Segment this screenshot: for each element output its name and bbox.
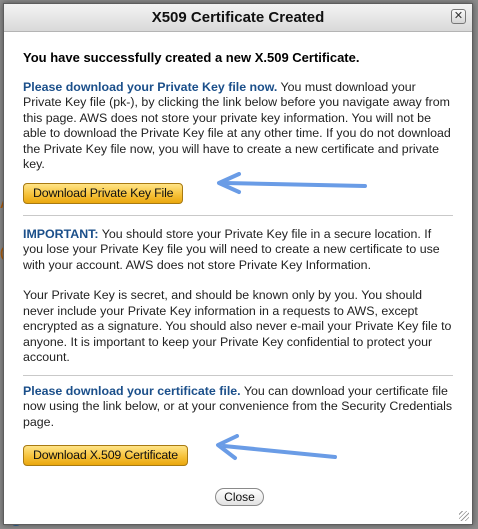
certificate-created-dialog: X509 Certificate Created ✕ You have succ… [3, 3, 473, 525]
divider [23, 374, 453, 376]
divider [23, 214, 453, 216]
resize-grip-icon[interactable] [459, 511, 469, 521]
arrow-left-icon [216, 434, 337, 460]
dialog-content: You have successfully created a new X.50… [23, 50, 453, 466]
certificate-heading: Please download your certificate file. [23, 383, 241, 398]
dialog-title: X509 Certificate Created [151, 9, 325, 26]
close-icon[interactable]: ✕ [451, 9, 466, 24]
certificate-paragraph: Please download your certificate file. Y… [23, 384, 453, 431]
important-heading: IMPORTANT: [23, 226, 99, 241]
private-key-heading: Please download your Private Key file no… [23, 79, 278, 94]
download-certificate-button[interactable]: Download X.509 Certificate [23, 445, 188, 466]
success-message: You have successfully created a new X.50… [23, 50, 360, 65]
close-button[interactable]: Close [215, 488, 264, 506]
private-key-paragraph: Please download your Private Key file no… [23, 80, 453, 173]
arrow-left-icon [217, 172, 367, 194]
dialog-titlebar: X509 Certificate Created ✕ [4, 4, 472, 32]
secret-paragraph: Your Private Key is secret, and should b… [23, 288, 452, 364]
important-paragraph: IMPORTANT: You should store your Private… [23, 227, 453, 274]
download-private-key-button[interactable]: Download Private Key File [23, 182, 184, 204]
